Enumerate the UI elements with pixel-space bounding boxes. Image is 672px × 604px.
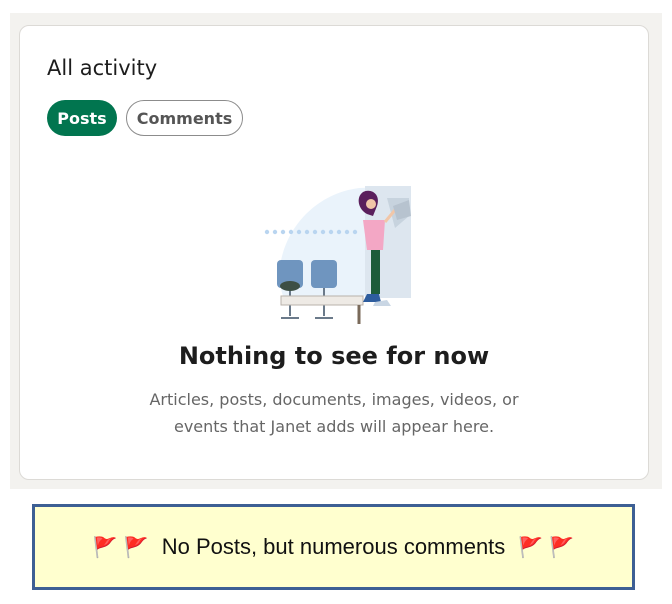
empty-state-description-line1: Articles, posts, documents, images, vide… — [149, 390, 519, 409]
triangular-flag-icon: 🚩 — [92, 535, 118, 559]
empty-state-headline: Nothing to see for now — [178, 342, 490, 370]
tab-comments[interactable]: Comments — [126, 100, 243, 136]
section-title: All activity — [47, 56, 158, 80]
triangular-flag-icon: 🚩 — [549, 535, 575, 559]
activity-card: All activity Posts Comments Nothing to s… — [19, 25, 649, 480]
triangular-flag-icon: 🚩 — [123, 535, 149, 559]
annotation-banner: 🚩 🚩 No Posts, but numerous comments 🚩 🚩 — [32, 504, 635, 590]
empty-state-description-line2: events that Janet adds will appear here. — [173, 417, 495, 436]
empty-state-illustration — [264, 186, 411, 324]
tab-posts[interactable]: Posts — [47, 100, 117, 136]
banner-text: No Posts, but numerous comments — [161, 534, 506, 559]
triangular-flag-icon: 🚩 — [518, 535, 544, 559]
